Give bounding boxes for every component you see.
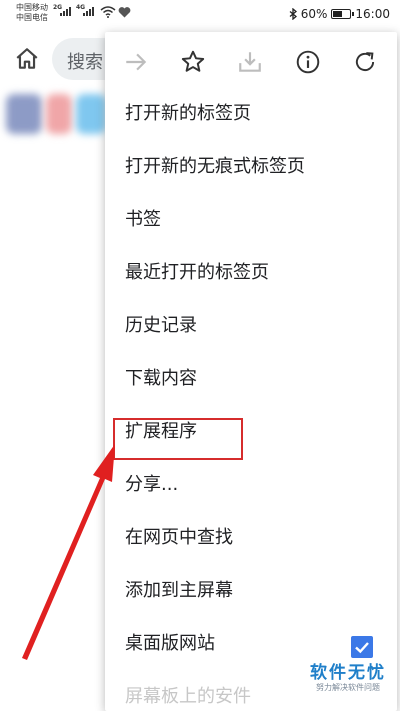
carrier-labels: 中国移动 中国电信 xyxy=(16,3,48,23)
desktop-site-checkbox[interactable] xyxy=(351,636,373,658)
menu-item-share[interactable]: 分享... xyxy=(125,465,375,505)
bookmark-star-button[interactable] xyxy=(178,47,208,77)
refresh-icon xyxy=(355,52,375,71)
status-bar: 中国移动 中国电信 2G 4G 60% 16:00 xyxy=(0,0,400,30)
heart-icon xyxy=(118,7,131,18)
checkmark-icon xyxy=(355,642,369,654)
bluetooth-icon xyxy=(289,8,297,20)
page-info-button[interactable] xyxy=(293,47,323,77)
clock: 16:00 xyxy=(355,7,390,21)
star-icon xyxy=(181,50,205,72)
blurred-content xyxy=(46,94,72,134)
menu-item-recent-tabs[interactable]: 最近打开的标签页 xyxy=(125,253,375,293)
watermark-subtitle: 努力解决软件问题 xyxy=(316,683,380,692)
signal-1-icon xyxy=(60,7,71,16)
menu-item-add-to-home-screen[interactable]: 添加到主屏幕 xyxy=(125,571,375,611)
battery-icon xyxy=(331,9,355,19)
download-icon xyxy=(239,52,261,72)
menu-item-find-in-page[interactable]: 在网页中查找 xyxy=(125,518,375,558)
info-icon xyxy=(296,50,320,74)
menu-item-history[interactable]: 历史记录 xyxy=(125,306,375,346)
menu-item-new-incognito-tab[interactable]: 打开新的无痕式标签页 xyxy=(125,147,375,187)
highlight-box xyxy=(113,418,243,460)
menu-item-bookmarks[interactable]: 书签 xyxy=(125,200,375,240)
search-placeholder: 搜索 xyxy=(67,52,103,73)
menu-item-new-tab[interactable]: 打开新的标签页 xyxy=(125,94,375,134)
blurred-content xyxy=(6,94,42,134)
overflow-menu: 打开新的标签页 打开新的无痕式标签页 书签 最近打开的标签页 历史记录 下载内容… xyxy=(105,32,397,711)
menu-item-cut-off[interactable]: 屏幕板上的安件 xyxy=(125,682,251,708)
signal-2-icon xyxy=(83,7,94,16)
carrier-1-label: 中国移动 xyxy=(16,3,48,12)
home-icon[interactable] xyxy=(14,46,40,72)
watermark: 软件无忧 努力解决软件问题 xyxy=(300,663,396,693)
download-page-button[interactable] xyxy=(235,47,265,77)
menu-item-downloads[interactable]: 下载内容 xyxy=(125,359,375,399)
watermark-title: 软件无忧 xyxy=(310,663,386,683)
battery-percent: 60% xyxy=(300,7,328,21)
forward-arrow-icon xyxy=(126,53,147,71)
menu-item-desktop-site[interactable]: 桌面版网站 xyxy=(125,624,375,664)
wifi-icon xyxy=(100,6,116,18)
carrier-2-label: 中国电信 xyxy=(16,13,48,22)
blurred-content xyxy=(76,94,106,134)
forward-button[interactable] xyxy=(121,47,151,77)
status-right: 60% 16:00 xyxy=(289,7,390,21)
menu-action-bar xyxy=(105,32,397,92)
refresh-button[interactable] xyxy=(350,47,380,77)
